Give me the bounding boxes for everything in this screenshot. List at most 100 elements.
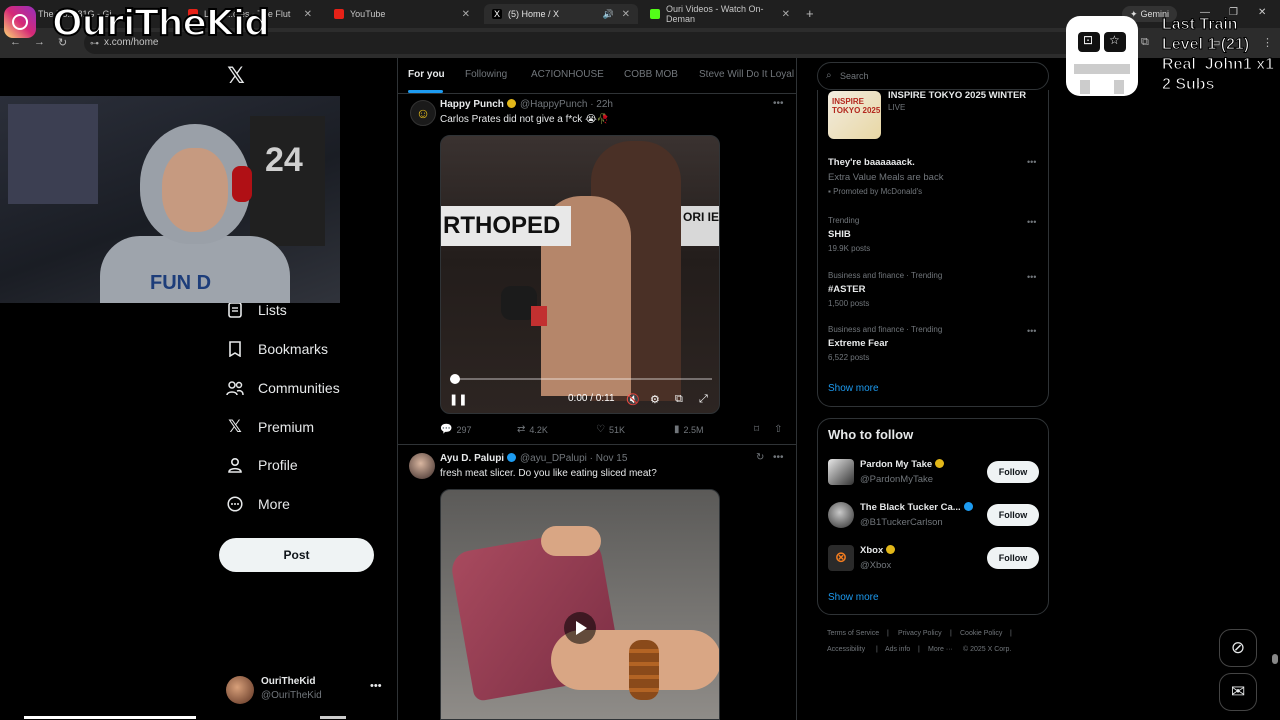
play-icon[interactable]: [564, 612, 596, 644]
suggested-account-name[interactable]: Xbox: [860, 545, 896, 556]
browser-tab-ouri-videos[interactable]: Ouri Videos - Watch On-Deman ✕: [642, 4, 798, 24]
footer-link-accessibility[interactable]: Accessibility: [827, 646, 865, 653]
search-input[interactable]: ⌕ Search: [817, 62, 1049, 90]
share-icon: ⇧: [774, 424, 783, 435]
tab-cobb-mob[interactable]: COBB MOB: [624, 69, 678, 80]
close-tab-icon[interactable]: ✕: [622, 9, 630, 20]
browser-tab-youtube[interactable]: YouTube ✕: [326, 4, 478, 24]
tab-following[interactable]: Following: [465, 69, 507, 80]
tab-for-you[interactable]: For you: [408, 69, 445, 80]
suggested-account-name[interactable]: The Black Tucker Ca...: [860, 502, 973, 513]
communities-icon: [226, 379, 244, 397]
trend-title[interactable]: Extreme Fear: [828, 338, 888, 349]
suggested-account-name[interactable]: Pardon My Take: [860, 459, 945, 470]
tweet-video[interactable]: [440, 489, 720, 720]
pip-icon[interactable]: ⧉: [675, 393, 683, 406]
tab-ac7ionhouse[interactable]: AC7IONHOUSE: [531, 69, 604, 80]
sidebar-item-bookmarks[interactable]: Bookmarks: [226, 336, 328, 362]
more-circle-icon: [226, 495, 244, 513]
stream-progress-bar: [320, 716, 346, 719]
like-button[interactable]: ♡ 51K: [596, 424, 625, 435]
reply-button[interactable]: 💬 297: [440, 424, 471, 435]
grok-icon[interactable]: ⊘: [1219, 629, 1257, 667]
sidebar-item-communities[interactable]: Communities: [226, 375, 340, 401]
tab-steve-will-do-it-loyal[interactable]: Steve Will Do It Loyal: [699, 69, 794, 80]
messages-icon[interactable]: ✉: [1219, 673, 1257, 711]
hoodie-print: FUN D: [150, 272, 212, 294]
account-switcher[interactable]: OuriTheKid @OuriTheKid •••: [226, 674, 386, 704]
suggested-account-handle: @PardonMyTake: [860, 474, 934, 485]
trend-title[interactable]: #ASTER: [828, 284, 865, 295]
promo-title[interactable]: They're baaaaaack.: [828, 157, 915, 168]
pause-icon[interactable]: ❚❚: [449, 393, 467, 406]
bookmark-button[interactable]: ⌑: [754, 424, 759, 435]
game-overlay-line: Real_John1 x1: [1161, 56, 1275, 74]
avatar[interactable]: [409, 453, 435, 479]
trends-show-more-link[interactable]: Show more: [828, 383, 879, 394]
more-dots-icon[interactable]: •••: [1027, 272, 1036, 282]
column-divider: [796, 58, 797, 720]
xbox-avatar-icon[interactable]: ⊗: [828, 545, 854, 571]
forward-icon[interactable]: →: [34, 36, 45, 48]
share-button[interactable]: ⇧: [774, 424, 782, 435]
speaker-icon[interactable]: 🔊: [603, 9, 614, 20]
footer-link-terms[interactable]: Terms of Service: [827, 630, 879, 637]
video-scrubber-handle[interactable]: [450, 374, 460, 384]
analytics-icon: ▮: [674, 424, 680, 435]
settings-gear-icon[interactable]: ⚙: [650, 393, 660, 406]
game-overlay-line: Last Train: [1162, 16, 1239, 34]
page-scrollbar-thumb[interactable]: [1272, 654, 1278, 664]
event-thumbnail[interactable]: INSPIRE TOKYO 2025: [828, 91, 881, 139]
stream-progress-bar: [24, 716, 196, 719]
repost-button[interactable]: ⇄ 4.2K: [517, 424, 548, 435]
tweet-handle-time[interactable]: @HappyPunch · 22h: [520, 99, 613, 110]
footer-link-privacy[interactable]: Privacy Policy: [898, 630, 942, 637]
mute-icon[interactable]: 🔇: [626, 393, 640, 406]
more-dots-icon[interactable]: •••: [773, 452, 784, 463]
train-wheel: [1114, 80, 1124, 94]
sidebar-item-profile[interactable]: Profile: [226, 452, 298, 478]
browser-tab-x-home[interactable]: X (5) Home / X 🔊 ✕: [484, 4, 638, 24]
kick-favicon-icon: [650, 9, 660, 19]
close-tab-icon[interactable]: ✕: [462, 9, 470, 20]
close-tab-icon[interactable]: ✕: [782, 9, 790, 20]
follow-button[interactable]: Follow: [987, 461, 1039, 483]
tweet-video[interactable]: RTHOPED ORI IE: [440, 135, 720, 414]
tweet-author-name[interactable]: Ayu D. Palupi: [440, 453, 517, 464]
grok-icon[interactable]: ↻: [756, 452, 764, 463]
follow-button[interactable]: Follow: [987, 547, 1039, 569]
event-title[interactable]: INSPIRE TOKYO 2025 WINTER: [888, 90, 1026, 101]
more-dots-icon[interactable]: •••: [1027, 326, 1036, 336]
footer-link-ads-info[interactable]: Ads info: [885, 646, 910, 653]
x-logo-icon[interactable]: 𝕏: [224, 64, 248, 88]
footer-link-more[interactable]: More ···: [928, 646, 953, 653]
more-dots-icon[interactable]: •••: [1027, 157, 1036, 167]
close-tab-icon[interactable]: ✕: [304, 9, 312, 20]
trend-context: Trending: [828, 216, 860, 225]
streamer-name-overlay: OuriTheKid: [51, 2, 271, 45]
video-progress-track[interactable]: [450, 378, 712, 380]
profile-icon: [226, 456, 244, 474]
follow-button[interactable]: Follow: [987, 504, 1039, 526]
more-dots-icon[interactable]: •••: [1027, 217, 1036, 227]
avatar[interactable]: ☺: [410, 100, 436, 126]
post-button[interactable]: Post: [219, 538, 374, 572]
who-to-follow-show-more-link[interactable]: Show more: [828, 592, 879, 603]
browser-menu-icon[interactable]: ⋮: [1262, 36, 1273, 49]
new-tab-icon[interactable]: +: [806, 6, 814, 21]
footer-link-cookie[interactable]: Cookie Policy: [960, 630, 1002, 637]
sidebar-item-more[interactable]: More: [226, 491, 290, 517]
extensions-icon[interactable]: ⧉: [1141, 36, 1149, 49]
x-logo-icon: 𝕏: [228, 417, 242, 436]
sidebar-item-premium[interactable]: 𝕏 Premium: [226, 414, 314, 440]
tweet-text: fresh meat slicer. Do you like eating sl…: [440, 468, 657, 479]
more-dots-icon[interactable]: •••: [773, 98, 784, 109]
fullscreen-icon[interactable]: ⤢: [699, 393, 708, 406]
trend-title[interactable]: SHIB: [828, 229, 851, 240]
avatar[interactable]: [828, 459, 854, 485]
views-button[interactable]: ▮ 2.5M: [674, 424, 704, 435]
close-window-icon[interactable]: ✕: [1258, 7, 1266, 18]
tweet-author-name[interactable]: Happy Punch: [440, 99, 516, 110]
tweet-handle-time[interactable]: @ayu_DPalupi · Nov 15: [520, 453, 627, 464]
avatar[interactable]: [828, 502, 854, 528]
